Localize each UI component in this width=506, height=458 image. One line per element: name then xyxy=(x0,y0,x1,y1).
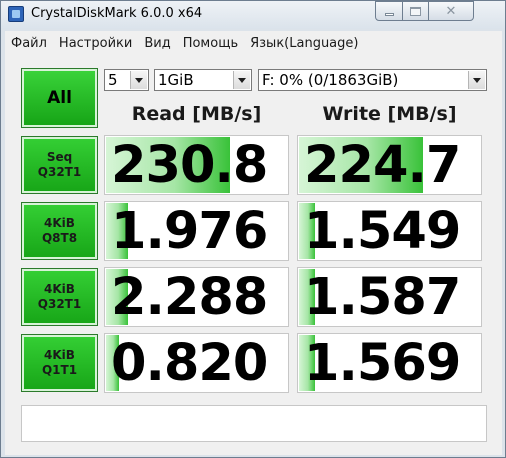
chevron-down-icon[interactable] xyxy=(130,71,147,89)
test-label-line2: Q1T1 xyxy=(41,363,78,377)
drive-value: F: 0% (0/1863GiB) xyxy=(262,71,399,89)
menu-file[interactable]: Файл xyxy=(5,36,53,51)
maximize-icon xyxy=(410,6,421,16)
test-label-line2: Q8T8 xyxy=(41,231,78,245)
test-button-4kib-q8t8[interactable]: 4KiB Q8T8 xyxy=(21,202,98,260)
test-count-value: 5 xyxy=(108,71,118,89)
write-result-seq-q32t1: 224.7 xyxy=(297,135,482,195)
test-size-select[interactable]: 1GiB xyxy=(154,69,252,91)
read-result-4kib-q32t1: 2.288 xyxy=(104,267,289,327)
read-value: 230.8 xyxy=(111,136,268,195)
drive-select[interactable]: F: 0% (0/1863GiB) xyxy=(258,69,487,91)
read-result-seq-q32t1: 230.8 xyxy=(104,135,289,195)
test-count-select[interactable]: 5 xyxy=(104,69,149,91)
read-result-4kib-q1t1: 0.820 xyxy=(104,333,289,393)
minimize-icon xyxy=(384,13,394,16)
test-label-line1: 4KiB xyxy=(44,348,75,362)
test-label-line2: Q32T1 xyxy=(37,165,82,179)
main-panel: All 5 1GiB F: 0% (0/1863GiB) Read [MB/s]… xyxy=(5,56,502,455)
write-result-4kib-q1t1: 1.569 xyxy=(297,333,482,393)
menu-help[interactable]: Помощь xyxy=(177,36,244,51)
menu-settings[interactable]: Настройки xyxy=(53,36,138,51)
test-label-line2: Q32T1 xyxy=(37,297,82,311)
app-window: CrystalDiskMark 6.0.0 x64 ✕ Файл Настрой… xyxy=(0,0,506,458)
write-value: 224.7 xyxy=(304,136,461,195)
test-label-line1: 4KiB xyxy=(44,282,75,296)
test-button-seq-q32t1[interactable]: Seq Q32T1 xyxy=(21,136,98,194)
close-button[interactable]: ✕ xyxy=(428,1,474,21)
menu-language[interactable]: Язык(Language) xyxy=(244,36,364,51)
chevron-down-icon[interactable] xyxy=(468,71,485,89)
test-button-4kib-q1t1[interactable]: 4KiB Q1T1 xyxy=(21,334,98,392)
read-value: 1.976 xyxy=(111,202,268,261)
write-result-4kib-q8t8: 1.549 xyxy=(297,201,482,261)
menu-bar: Файл Настройки Вид Помощь Язык(Language) xyxy=(5,31,502,56)
title-bar[interactable]: CrystalDiskMark 6.0.0 x64 ✕ xyxy=(1,1,505,29)
read-column-header: Read [MB/s] xyxy=(131,103,262,125)
maximize-button[interactable] xyxy=(402,1,429,21)
menu-view[interactable]: Вид xyxy=(138,36,176,51)
write-value: 1.587 xyxy=(304,268,461,327)
test-button-4kib-q32t1[interactable]: 4KiB Q32T1 xyxy=(21,268,98,326)
read-value: 0.820 xyxy=(111,334,268,393)
run-all-button[interactable]: All xyxy=(21,68,98,128)
minimize-button[interactable] xyxy=(375,1,403,21)
crystaldiskmark-app-icon xyxy=(8,6,24,22)
comment-field[interactable] xyxy=(21,405,487,442)
read-value: 2.288 xyxy=(111,268,268,327)
window-title: CrystalDiskMark 6.0.0 x64 xyxy=(31,6,203,21)
write-column-header: Write [MB/s] xyxy=(322,103,457,125)
write-result-4kib-q32t1: 1.587 xyxy=(297,267,482,327)
close-icon: ✕ xyxy=(445,3,457,19)
chevron-down-icon[interactable] xyxy=(233,71,250,89)
test-label-line1: Seq xyxy=(46,150,73,164)
write-value: 1.549 xyxy=(304,202,461,261)
test-label-line1: 4KiB xyxy=(44,216,75,230)
write-value: 1.569 xyxy=(304,334,461,393)
read-result-4kib-q8t8: 1.976 xyxy=(104,201,289,261)
test-size-value: 1GiB xyxy=(158,71,194,89)
